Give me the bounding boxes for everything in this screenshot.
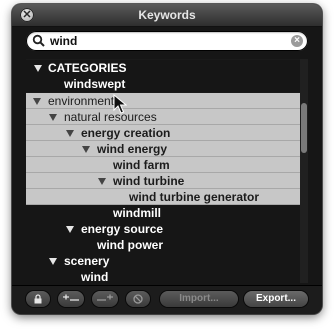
- row-label: windswept: [64, 77, 126, 91]
- disclosure-open-icon[interactable]: [33, 98, 41, 105]
- remove-keyword-button[interactable]: [126, 291, 150, 307]
- clear-search-icon[interactable]: ×: [291, 35, 303, 47]
- outline-row-wind-energy[interactable]: wind energy: [26, 141, 304, 157]
- add-sub-keyword-button[interactable]: [92, 291, 118, 307]
- row-label: environment: [48, 94, 115, 108]
- row-label: energy creation: [81, 126, 171, 140]
- row-label: wind farm: [113, 158, 170, 172]
- disclosure-open-icon[interactable]: [66, 226, 74, 233]
- outline-row-windswept[interactable]: windswept: [26, 76, 304, 92]
- row-label: energy source: [81, 222, 164, 236]
- mouse-pointer-icon: [113, 94, 127, 114]
- window-title: Keywords: [138, 8, 196, 22]
- export-button[interactable]: Export...: [244, 291, 308, 307]
- disclosure-open-icon[interactable]: [49, 258, 57, 265]
- outline-row-windmill[interactable]: windmill: [26, 205, 304, 221]
- lock-icon: [34, 294, 42, 304]
- search-icon: [32, 34, 45, 47]
- outline-row-wind[interactable]: wind: [26, 269, 304, 283]
- row-label: natural resources: [64, 110, 157, 124]
- keywords-window: ✕ Keywords wind × CATEGORIES windswept e…: [12, 4, 322, 314]
- row-label: wind energy: [97, 142, 168, 156]
- add-keyword-button[interactable]: [58, 291, 84, 307]
- remove-icon: [133, 294, 143, 304]
- outline-row-wind-power[interactable]: wind power: [26, 237, 304, 253]
- outline-row-energy-creation[interactable]: energy creation: [26, 125, 304, 141]
- disclosure-open-icon[interactable]: [82, 146, 90, 153]
- disclosure-open-icon[interactable]: [98, 178, 106, 185]
- row-label: windmill: [113, 206, 161, 220]
- import-button[interactable]: Import...: [160, 291, 238, 307]
- bottom-toolbar: Import... Export...: [12, 285, 322, 314]
- title-bar[interactable]: ✕ Keywords: [12, 4, 322, 27]
- outline-row-categories[interactable]: CATEGORIES: [26, 60, 304, 76]
- disclosure-open-icon[interactable]: [66, 130, 74, 137]
- row-label: wind power: [97, 238, 163, 252]
- outline-row-wind-turbine-generator[interactable]: wind turbine generator: [26, 189, 304, 205]
- add-keyword-icon: [63, 294, 79, 301]
- row-label: CATEGORIES: [48, 61, 127, 75]
- search-input[interactable]: wind: [50, 34, 77, 48]
- lock-button[interactable]: [26, 291, 50, 307]
- disclosure-open-icon[interactable]: [34, 65, 42, 72]
- keyword-outline: CATEGORIES windswept environment natural…: [26, 59, 308, 283]
- outline-row-wind-farm[interactable]: wind farm: [26, 157, 304, 173]
- search-field[interactable]: wind ×: [26, 31, 308, 51]
- scroll-thumb[interactable]: [301, 103, 307, 153]
- add-sub-keyword-icon: [97, 294, 113, 301]
- outline-row-wind-turbine[interactable]: wind turbine: [26, 173, 304, 189]
- row-label: wind turbine generator: [129, 190, 260, 204]
- row-label: scenery: [64, 254, 110, 268]
- outline-row-environment[interactable]: environment: [26, 93, 304, 109]
- row-label: wind: [81, 270, 109, 283]
- vertical-scrollbar[interactable]: [300, 59, 308, 283]
- row-label: wind turbine: [113, 174, 185, 188]
- disclosure-open-icon[interactable]: [49, 114, 57, 121]
- outline-row-scenery[interactable]: scenery: [26, 253, 304, 269]
- outline-row-energy-source[interactable]: energy source: [26, 221, 304, 237]
- outline-row-natural-resources[interactable]: natural resources: [26, 109, 304, 125]
